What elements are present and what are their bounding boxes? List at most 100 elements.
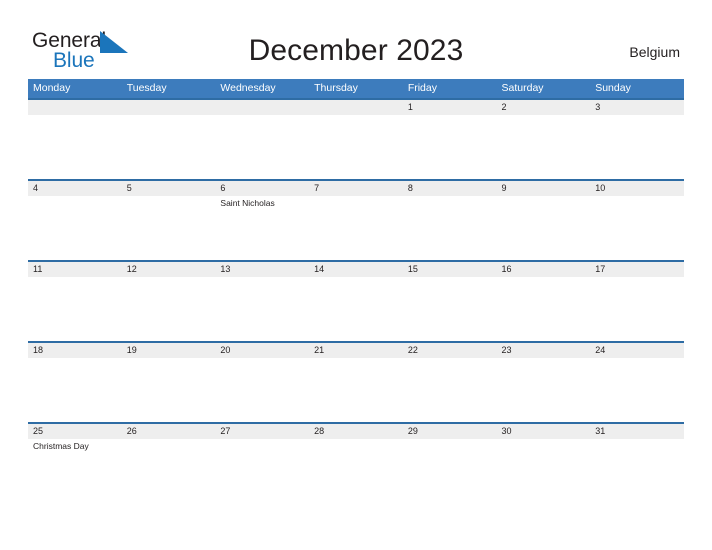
calendar-grid: Monday Tuesday Wednesday Thursday Friday… xyxy=(28,79,684,503)
day-events[interactable] xyxy=(122,196,216,260)
day-events[interactable] xyxy=(309,358,403,422)
day-events[interactable] xyxy=(122,358,216,422)
day-events[interactable] xyxy=(309,277,403,341)
day-events[interactable] xyxy=(590,358,684,422)
dow-wednesday: Wednesday xyxy=(220,82,276,94)
day-number[interactable]: 1 xyxy=(403,100,497,115)
day-number[interactable]: 30 xyxy=(497,424,591,439)
day-events[interactable]: Saint Nicholas xyxy=(215,196,309,260)
day-events[interactable] xyxy=(309,115,403,179)
day-number[interactable]: 14 xyxy=(309,262,403,277)
day-number[interactable]: 25 xyxy=(28,424,122,439)
day-events[interactable] xyxy=(403,115,497,179)
day-number[interactable]: 4 xyxy=(28,181,122,196)
day-events[interactable] xyxy=(122,115,216,179)
day-number[interactable]: 6 xyxy=(215,181,309,196)
week-events-strip xyxy=(28,277,684,341)
day-number[interactable]: 21 xyxy=(309,343,403,358)
day-events[interactable] xyxy=(403,358,497,422)
day-number[interactable]: 11 xyxy=(28,262,122,277)
day-number[interactable]: 31 xyxy=(590,424,684,439)
day-events[interactable] xyxy=(215,439,309,503)
day-number[interactable]: 3 xyxy=(590,100,684,115)
day-events[interactable] xyxy=(590,115,684,179)
day-events[interactable] xyxy=(497,115,591,179)
day-events[interactable] xyxy=(309,439,403,503)
day-events[interactable] xyxy=(28,115,122,179)
day-number[interactable]: 24 xyxy=(590,343,684,358)
week-date-strip: 11 12 13 14 15 16 17 xyxy=(28,262,684,277)
day-events[interactable] xyxy=(215,358,309,422)
region-label: Belgium xyxy=(629,44,680,60)
week-events-strip: Christmas Day xyxy=(28,439,684,503)
day-number[interactable] xyxy=(28,100,122,115)
day-events[interactable] xyxy=(309,196,403,260)
day-events[interactable] xyxy=(122,277,216,341)
day-number[interactable]: 29 xyxy=(403,424,497,439)
dow-sunday: Sunday xyxy=(595,82,631,94)
week-date-strip: 1 2 3 xyxy=(28,100,684,115)
day-events[interactable] xyxy=(497,439,591,503)
week-row: 1 2 3 xyxy=(28,98,684,179)
day-events[interactable] xyxy=(215,277,309,341)
day-number[interactable]: 8 xyxy=(403,181,497,196)
day-events[interactable] xyxy=(28,196,122,260)
day-number[interactable] xyxy=(215,100,309,115)
day-events[interactable] xyxy=(28,358,122,422)
day-number[interactable]: 18 xyxy=(28,343,122,358)
day-of-week-header: Monday Tuesday Wednesday Thursday Friday… xyxy=(28,79,684,98)
day-number[interactable]: 20 xyxy=(215,343,309,358)
day-number[interactable]: 17 xyxy=(590,262,684,277)
week-date-strip: 18 19 20 21 22 23 24 xyxy=(28,343,684,358)
day-events[interactable] xyxy=(497,277,591,341)
dow-monday: Monday xyxy=(33,82,71,94)
week-row: 4 5 6 7 8 9 10 Saint Nicholas xyxy=(28,179,684,260)
day-events[interactable] xyxy=(497,196,591,260)
day-number[interactable]: 22 xyxy=(403,343,497,358)
day-events[interactable] xyxy=(403,439,497,503)
week-events-strip: Saint Nicholas xyxy=(28,196,684,260)
day-number[interactable]: 2 xyxy=(497,100,591,115)
day-events[interactable] xyxy=(403,277,497,341)
day-number[interactable]: 26 xyxy=(122,424,216,439)
dow-saturday: Saturday xyxy=(501,82,544,94)
dow-tuesday: Tuesday xyxy=(126,82,167,94)
day-events[interactable] xyxy=(122,439,216,503)
day-number[interactable] xyxy=(122,100,216,115)
week-date-strip: 25 26 27 28 29 30 31 xyxy=(28,424,684,439)
day-events[interactable]: Christmas Day xyxy=(28,439,122,503)
day-number[interactable]: 15 xyxy=(403,262,497,277)
day-events[interactable] xyxy=(403,196,497,260)
week-events-strip xyxy=(28,115,684,179)
day-number[interactable]: 13 xyxy=(215,262,309,277)
day-number[interactable]: 16 xyxy=(497,262,591,277)
event-label: Saint Nicholas xyxy=(220,198,275,208)
page-title: December 2023 xyxy=(248,34,464,67)
day-events[interactable] xyxy=(28,277,122,341)
day-number[interactable]: 5 xyxy=(122,181,216,196)
dow-thursday: Thursday xyxy=(314,82,358,94)
day-events[interactable] xyxy=(590,439,684,503)
day-events[interactable] xyxy=(215,115,309,179)
event-label: Christmas Day xyxy=(33,441,89,451)
day-number[interactable]: 9 xyxy=(497,181,591,196)
day-number[interactable]: 19 xyxy=(122,343,216,358)
week-date-strip: 4 5 6 7 8 9 10 xyxy=(28,181,684,196)
day-number[interactable]: 7 xyxy=(309,181,403,196)
day-events[interactable] xyxy=(590,277,684,341)
day-number[interactable]: 28 xyxy=(309,424,403,439)
page-header: General Blue December 2023 Belgium xyxy=(0,0,712,78)
week-events-strip xyxy=(28,358,684,422)
day-events[interactable] xyxy=(497,358,591,422)
day-number[interactable]: 27 xyxy=(215,424,309,439)
day-number[interactable]: 12 xyxy=(122,262,216,277)
day-number[interactable] xyxy=(309,100,403,115)
week-row: 18 19 20 21 22 23 24 xyxy=(28,341,684,422)
day-number[interactable]: 10 xyxy=(590,181,684,196)
week-row: 25 26 27 28 29 30 31 Christmas Day xyxy=(28,422,684,503)
day-events[interactable] xyxy=(590,196,684,260)
day-number[interactable]: 23 xyxy=(497,343,591,358)
calendar-page: General Blue December 2023 Belgium Monda… xyxy=(0,0,712,550)
dow-friday: Friday xyxy=(407,82,437,94)
week-row: 11 12 13 14 15 16 17 xyxy=(28,260,684,341)
